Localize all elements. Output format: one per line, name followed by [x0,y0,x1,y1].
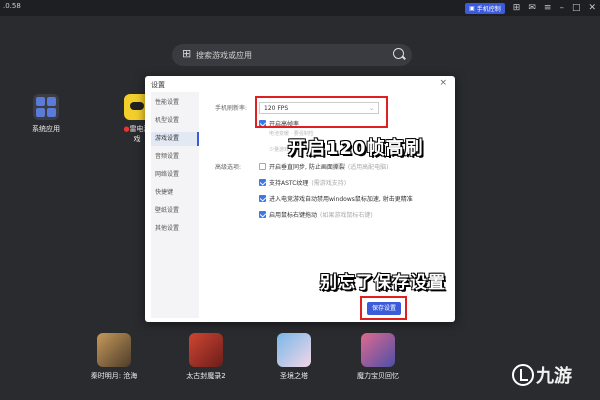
advanced-label: 高级选项: [215,164,242,171]
right-drag-checkbox[interactable] [259,211,266,218]
search-bar[interactable]: ⊞ 搜索游戏或应用 [172,44,412,66]
game-icon [361,333,395,367]
option-astc[interactable]: 支持ASTC纹理 (需游戏支持) [259,178,346,187]
dock-app-qinshi[interactable]: 秦时明月: 沧海 [84,333,144,381]
vsync-checkbox[interactable] [259,163,266,170]
dialog-title: 设置 [151,81,165,89]
sidebar-item-other[interactable]: 其他设置 [151,222,199,236]
dock-app-shengjing[interactable]: 圣境之塔 [264,333,324,381]
gift-icon[interactable]: ⊞ [513,2,521,14]
save-highlight-box [360,296,407,320]
system-apps-icon [33,94,59,120]
game-icon [189,333,223,367]
game-icon [97,333,131,367]
phone-control-button[interactable]: ▣ 手机控制 [465,2,505,14]
dock-app-label: 圣境之塔 [280,372,308,380]
sidebar-item-model[interactable]: 机型设置 [151,114,199,128]
jiuyou-logo-icon [512,364,534,386]
settings-sidebar: 性能设置 机型设置 游戏设置 音频设置 网络设置 快捷键 壁纸设置 其他设置 [151,92,199,318]
title-bar: .0.58 ▣ 手机控制 ⊞ ✉ ≡ – □ ✕ [0,0,600,16]
fps-highlight-box [255,96,388,128]
jiuyou-watermark: 九游 [512,362,572,388]
version-label: .0.58 [3,2,21,10]
gamepad-icon: ▣ [469,4,475,12]
dock-app-label: 秦时明月: 沧海 [90,372,138,380]
sidebar-item-audio[interactable]: 音频设置 [151,150,199,164]
minimize-icon[interactable]: – [559,2,564,14]
sidebar-item-wallpaper[interactable]: 壁纸设置 [151,204,199,218]
close-icon[interactable]: × [439,78,447,88]
sidebar-item-shortcuts[interactable]: 快捷键 [151,186,199,200]
bag-icon: ⊞ [182,47,192,60]
close-icon[interactable]: ✕ [588,2,596,14]
maximize-icon[interactable]: □ [572,2,581,14]
app-label: 系统应用 [32,125,60,133]
menu-icon[interactable]: ≡ [544,2,552,14]
app-system[interactable]: 系统应用 [28,94,64,134]
dock-app-moli[interactable]: 魔力宝贝回忆 [348,333,408,381]
fps-callout: 开启120帧高刷 [288,138,424,159]
fps-label: 手机刷新率: [215,105,248,112]
option-right-drag[interactable]: 启用鼠标右键拖动 (如果游戏鼠标右键) [259,210,373,219]
option-vsync[interactable]: 开启垂直同步, 防止画面撕裂 (适用高配电脑) [259,162,389,171]
search-placeholder: 搜索游戏或应用 [196,51,252,60]
window-controls: ▣ 手机控制 ⊞ ✉ ≡ – □ ✕ [465,2,596,14]
sidebar-item-performance[interactable]: 性能设置 [151,96,199,110]
astc-checkbox[interactable] [259,179,266,186]
game-icon [277,333,311,367]
mail-icon[interactable]: ✉ [528,2,536,14]
mouse-accel-checkbox[interactable] [259,195,266,202]
search-icon[interactable] [393,48,404,59]
save-callout: 别忘了保存设置 [320,273,446,293]
dock-app-label: 太古封魔录2 [186,372,226,380]
watermark-text: 九游 [536,366,572,387]
sidebar-item-game[interactable]: 游戏设置 [151,132,199,146]
sidebar-item-network[interactable]: 网络设置 [151,168,199,182]
option-mouse-accel[interactable]: 进入电竞游戏自动禁用windows鼠标加速, 射击更精准 [259,194,413,203]
dock-app-label: 魔力宝贝回忆 [357,372,399,380]
dock-app-taigu[interactable]: 太古封魔录2 [176,333,236,381]
